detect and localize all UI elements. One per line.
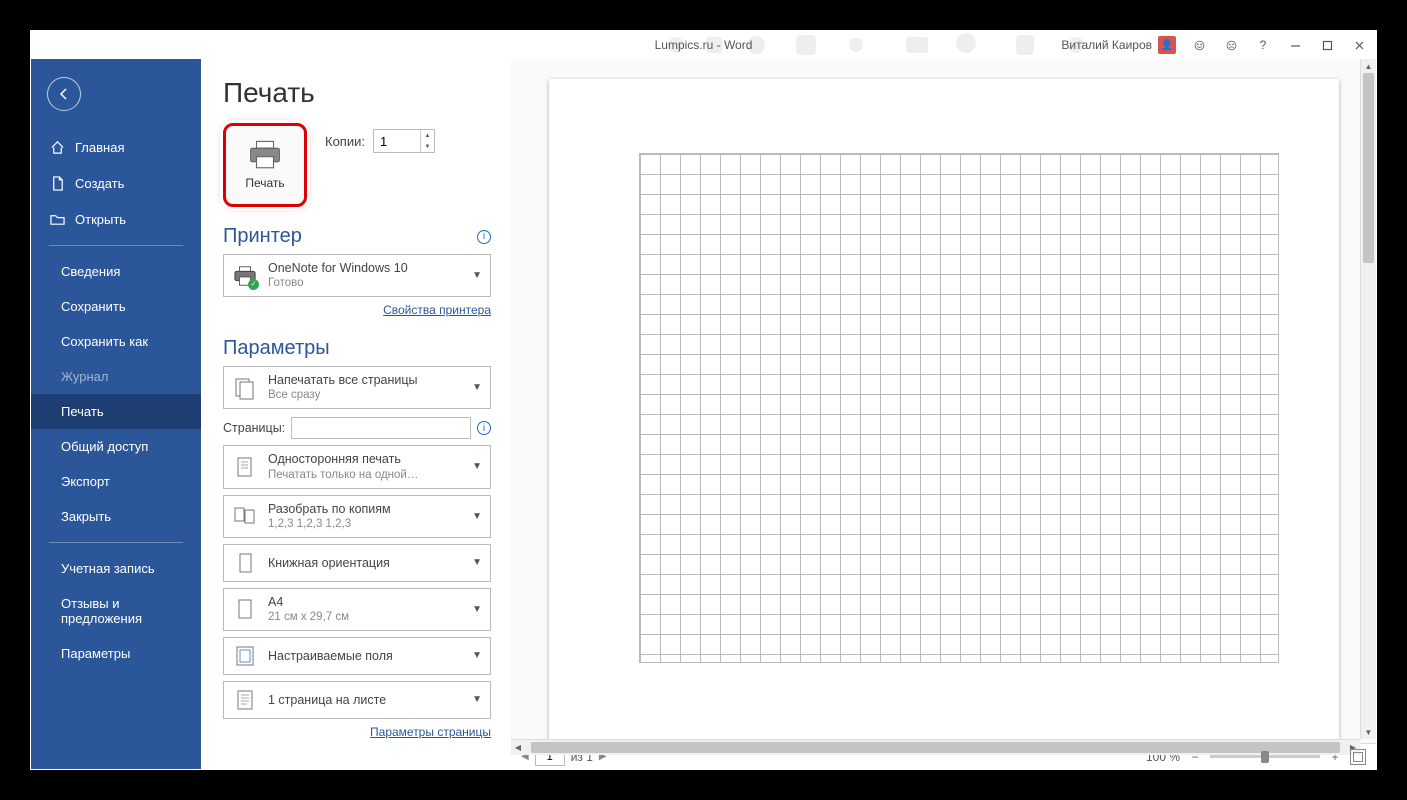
sides-dropdown[interactable]: Односторонняя печатьПечатать только на о… [223,445,491,488]
avatar-icon: 👤 [1158,36,1176,54]
nav-account[interactable]: Учетная запись [31,551,201,586]
page-heading: Печать [223,77,491,109]
chevron-down-icon: ▼ [472,694,482,705]
nav-share[interactable]: Общий доступ [31,429,201,464]
pages-input[interactable] [291,417,471,439]
scroll-down-icon[interactable]: ▼ [1361,725,1376,739]
sad-face-icon[interactable] [1222,36,1240,54]
help-icon[interactable]: ? [1254,36,1272,54]
maximize-icon[interactable] [1318,36,1336,54]
copies-input[interactable] [374,130,420,152]
printer-dropdown[interactable]: OneNote for Windows 10Готово ▼ [223,254,491,297]
minimize-icon[interactable] [1286,36,1304,54]
preview-viewport[interactable] [511,59,1376,743]
back-button[interactable] [47,77,81,111]
margins-icon [232,643,258,669]
nav-separator [49,542,183,543]
page-size-icon [232,596,258,622]
margins-dropdown[interactable]: Настраиваемые поля ▼ [223,637,491,675]
pages-label: Страницы: [223,421,285,435]
nav-new[interactable]: Создать [31,165,201,201]
printer-icon [248,140,282,170]
nav-feedback[interactable]: Отзывы и предложения [31,586,201,636]
chevron-down-icon: ▼ [472,270,482,281]
settings-heading: Параметры [223,337,330,360]
scroll-thumb[interactable] [1363,73,1374,263]
scroll-left-icon[interactable]: ◀ [511,740,525,755]
copies-spinner[interactable]: ▲▼ [373,129,435,153]
one-sided-icon [232,454,258,480]
printer-device-icon [232,263,258,289]
new-doc-icon [49,175,65,191]
status-ready-icon [248,279,259,290]
chevron-down-icon: ▼ [472,604,482,615]
scroll-up-icon[interactable]: ▲ [1361,59,1376,73]
document-grid [639,153,1279,663]
nav-separator [49,245,183,246]
print-button[interactable]: Печать [223,123,307,207]
pages-all-icon [232,375,258,401]
orientation-dropdown[interactable]: Книжная ориентация ▼ [223,544,491,582]
preview-page [549,79,1339,743]
chevron-down-icon: ▼ [472,557,482,568]
copies-label: Копии: [325,134,365,149]
user-account[interactable]: Виталий Каиров 👤 [1061,36,1176,54]
printer-heading: Принтер [223,225,302,248]
spin-up-icon[interactable]: ▲ [421,130,434,141]
info-icon[interactable]: i [477,230,491,244]
chevron-down-icon: ▼ [472,461,482,472]
nav-save[interactable]: Сохранить [31,289,201,324]
nav-info[interactable]: Сведения [31,254,201,289]
print-preview-column: ▲ ▼ ◀ ▶ ◀ из 1 ▶ [511,59,1376,769]
nav-export[interactable]: Экспорт [31,464,201,499]
vertical-scrollbar[interactable]: ▲ ▼ [1360,59,1376,739]
one-per-sheet-icon [232,687,258,713]
portrait-icon [232,550,258,576]
nav-home[interactable]: Главная [31,129,201,165]
zoom-fit-icon[interactable] [1350,749,1366,765]
title-bar: Lumpics.ru - Word Виталий Каиров 👤 ? [31,31,1376,59]
nav-close[interactable]: Закрыть [31,499,201,534]
nav-history: Журнал [31,359,201,394]
paper-size-dropdown[interactable]: A421 см x 29,7 см ▼ [223,588,491,631]
home-icon [49,139,65,155]
open-folder-icon [49,211,65,227]
collate-dropdown[interactable]: Разобрать по копиям1,2,3 1,2,3 1,2,3 ▼ [223,495,491,538]
window-title: Lumpics.ru - Word [655,38,753,52]
zoom-knob[interactable] [1261,751,1269,763]
pages-per-sheet-dropdown[interactable]: 1 страница на листе ▼ [223,681,491,719]
print-range-dropdown[interactable]: Напечатать все страницыВсе сразу ▼ [223,366,491,409]
printer-properties-link[interactable]: Свойства принтера [383,303,491,317]
nav-options[interactable]: Параметры [31,636,201,671]
chevron-down-icon: ▼ [472,382,482,393]
backstage-sidebar: Главная Создать Открыть Сведения Сохрани… [31,59,201,769]
close-icon[interactable] [1350,36,1368,54]
scroll-thumb[interactable] [531,742,1340,753]
horizontal-scrollbar[interactable]: ◀ ▶ [511,739,1360,755]
spin-down-icon[interactable]: ▼ [421,141,434,152]
nav-open[interactable]: Открыть [31,201,201,237]
print-settings-column: Печать Печать Копии: ▲▼ П [201,59,511,769]
collate-icon [232,503,258,529]
smiley-face-icon[interactable] [1190,36,1208,54]
user-name: Виталий Каиров [1061,38,1152,52]
info-icon[interactable]: i [477,421,491,435]
page-setup-link[interactable]: Параметры страницы [370,725,491,739]
print-button-label: Печать [245,176,284,190]
nav-saveas[interactable]: Сохранить как [31,324,201,359]
chevron-down-icon: ▼ [472,511,482,522]
zoom-slider[interactable] [1210,755,1320,758]
chevron-down-icon: ▼ [472,650,482,661]
nav-print[interactable]: Печать [31,394,201,429]
